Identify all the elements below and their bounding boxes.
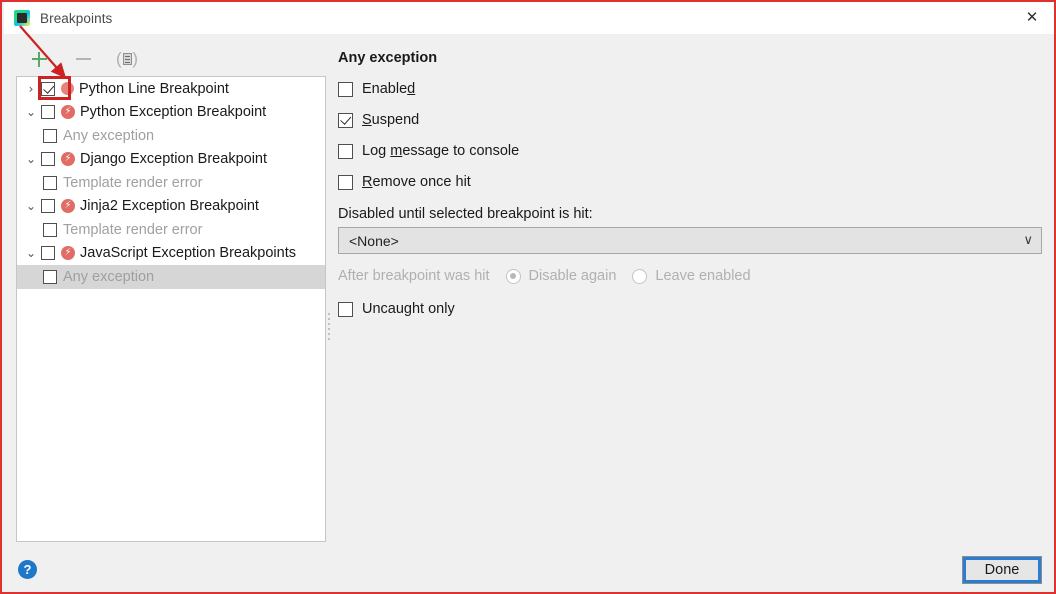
disabled-until-combobox[interactable]: <None> ∨ xyxy=(338,227,1042,254)
done-button[interactable]: Done xyxy=(962,556,1042,584)
dialog-footer: ? Done xyxy=(4,546,1054,592)
tree-row-label: Any exception xyxy=(63,127,155,144)
log-message-label: Log message to console xyxy=(362,143,520,159)
option-remove-once-hit[interactable]: Remove once hit xyxy=(338,174,1044,190)
tree-row-label: Template render error xyxy=(63,174,203,191)
exception-breakpoint-icon xyxy=(61,246,75,261)
detail-title: Any exception xyxy=(338,50,438,66)
remove-once-hit-checkbox[interactable] xyxy=(338,174,353,190)
disabled-until-label: Disabled until selected breakpoint is hi… xyxy=(338,206,593,222)
tree-toolbar: ( ) xyxy=(16,42,326,76)
remove-once-hit-label: Remove once hit xyxy=(362,174,471,190)
leave-enabled-label: Leave enabled xyxy=(655,268,751,284)
help-icon[interactable]: ? xyxy=(18,560,37,579)
enabled-label: Enabled xyxy=(362,81,416,97)
tree-row-label: Python Exception Breakpoint xyxy=(80,104,267,121)
after-breakpoint-hit-label: After breakpoint was hit xyxy=(338,268,490,284)
window-title: Breakpoints xyxy=(40,10,113,26)
log-message-checkbox[interactable] xyxy=(338,143,353,159)
tree-row-checkbox[interactable] xyxy=(43,175,57,190)
tree-row-label: Python Line Breakpoint xyxy=(79,80,229,97)
exception-breakpoint-icon xyxy=(61,105,75,120)
chevron-down-icon[interactable]: ⌄ xyxy=(21,247,41,259)
tree-row[interactable]: ⌄ Jinja2 Exception Breakpoint xyxy=(17,195,325,219)
breakpoints-dialog: Breakpoints ✕ ( ) › Python Line Breakpoi… xyxy=(0,0,1056,594)
tree-row[interactable]: ⌄ JavaScript Exception Breakpoints xyxy=(17,242,325,266)
uncaught-only-checkbox[interactable] xyxy=(338,301,353,317)
tree-row[interactable]: Template render error xyxy=(17,171,325,195)
option-uncaught-only[interactable]: Uncaught only xyxy=(338,301,1044,317)
tree-row[interactable]: ⌄ Django Exception Breakpoint xyxy=(17,148,325,172)
option-enabled[interactable]: Enabled xyxy=(338,81,1044,97)
breakpoints-tree-pane: ( ) ›Python Line Breakpoint⌄Python Excep… xyxy=(16,42,326,542)
tree-row-checkbox[interactable] xyxy=(43,269,57,284)
tree-row-label: Template render error xyxy=(63,221,203,238)
remove-breakpoint-button[interactable] xyxy=(70,46,96,72)
pycharm-icon xyxy=(14,10,30,26)
add-breakpoint-button[interactable] xyxy=(26,46,52,72)
tree-row-label: Jinja2 Exception Breakpoint xyxy=(80,198,259,215)
tree-row-checkbox[interactable] xyxy=(43,222,57,237)
chevron-down-icon[interactable]: ⌄ xyxy=(21,200,41,212)
disable-again-radio[interactable] xyxy=(505,268,521,284)
combobox-value: <None> xyxy=(349,232,399,249)
radio-disable-again[interactable]: Disable again xyxy=(505,268,617,284)
tree-row[interactable]: Template render error xyxy=(17,218,325,242)
enabled-checkbox[interactable] xyxy=(338,81,353,97)
chevron-down-icon[interactable]: ⌄ xyxy=(21,153,41,165)
suspend-checkbox[interactable] xyxy=(338,112,353,128)
annotation-highlight-box xyxy=(38,76,71,100)
minus-icon xyxy=(75,57,91,61)
title-bar: Breakpoints ✕ xyxy=(4,2,1054,34)
dialog-content: ( ) ›Python Line Breakpoint⌄Python Excep… xyxy=(4,34,1054,546)
radio-leave-enabled[interactable]: Leave enabled xyxy=(632,268,751,284)
tree-row-label: Any exception xyxy=(63,268,155,285)
tree-row[interactable]: Any exception xyxy=(17,124,325,148)
tree-row[interactable]: ⌄ Python Exception Breakpoint xyxy=(17,101,325,125)
option-suspend[interactable]: Suspend xyxy=(338,112,1044,128)
suspend-label: Suspend xyxy=(362,112,420,128)
disable-again-label: Disable again xyxy=(528,268,617,284)
after-breakpoint-hit-group: After breakpoint was hit Disable again L… xyxy=(338,268,1044,284)
close-icon[interactable]: ✕ xyxy=(1010,2,1054,33)
tree-row-checkbox[interactable] xyxy=(43,128,57,143)
option-log-message[interactable]: Log message to console xyxy=(338,143,1044,159)
tree-row[interactable]: Any exception xyxy=(17,265,325,289)
uncaught-only-label: Uncaught only xyxy=(362,301,455,317)
tree-row-checkbox[interactable] xyxy=(41,199,55,214)
exception-breakpoint-icon xyxy=(61,199,75,214)
exception-breakpoint-icon xyxy=(61,152,75,167)
chevron-down-icon[interactable]: ⌄ xyxy=(21,106,41,118)
tree-row-checkbox[interactable] xyxy=(41,246,55,261)
breakpoint-detail-pane: Any exception Enabled Suspend Log messag… xyxy=(338,42,1044,542)
plus-icon xyxy=(31,51,47,67)
leave-enabled-radio[interactable] xyxy=(632,268,648,284)
tree-row-checkbox[interactable] xyxy=(41,105,55,120)
tree-row-label: Django Exception Breakpoint xyxy=(80,151,268,168)
tree-row-checkbox[interactable] xyxy=(41,152,55,167)
tree-row-label: JavaScript Exception Breakpoints xyxy=(80,245,296,262)
chevron-down-icon: ∨ xyxy=(1023,233,1033,248)
pane-splitter[interactable] xyxy=(326,308,332,344)
breakpoints-tree[interactable]: ›Python Line Breakpoint⌄Python Exception… xyxy=(16,76,326,542)
mute-breakpoints-icon: ( ) xyxy=(116,49,138,68)
mute-breakpoints-button[interactable]: ( ) xyxy=(114,46,140,72)
